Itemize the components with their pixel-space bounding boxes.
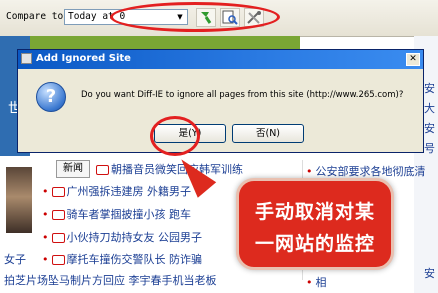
news-item[interactable]: 拍芝片场坠马制片方回应 李宇春手机当老板 <box>4 272 217 288</box>
news-item[interactable]: • 小伙持刀劫持女友 公园男子 <box>42 229 202 245</box>
yes-highlight-oval <box>150 116 200 156</box>
right-column-char[interactable]: 安 <box>424 265 435 281</box>
right-column-char[interactable]: 号 <box>424 140 435 156</box>
no-button[interactable]: 否(N) <box>232 124 304 143</box>
add-ignored-site-dialog: Add Ignored Site ✕ ? Do you want Diff-IE… <box>17 49 424 153</box>
video-icon <box>51 255 65 265</box>
callout-line: 一网站的监控 <box>254 233 375 255</box>
dialog-title: Add Ignored Site <box>36 53 131 64</box>
video-icon <box>51 210 65 220</box>
news-item[interactable]: • 广州强拆违建房 外籍男子 <box>42 183 191 199</box>
question-icon: ? <box>36 82 66 112</box>
toolbar-highlight-oval <box>110 2 280 32</box>
close-icon[interactable]: ✕ <box>406 53 420 66</box>
right-column-char[interactable]: 安 <box>424 80 435 96</box>
news-item[interactable]: • 摩托车撞伤交警队长 防诈骗 <box>42 251 202 267</box>
video-icon <box>96 165 109 175</box>
news-item-right[interactable]: • 相 <box>306 274 327 290</box>
callout-line: 手动取消对某 <box>254 201 375 223</box>
annotation-callout: 手动取消对某 一网站的监控 <box>236 178 394 270</box>
right-column-char[interactable]: 安 <box>424 120 435 136</box>
news-tab-button[interactable]: 新闻 <box>56 160 90 178</box>
news-photo[interactable] <box>6 167 32 233</box>
video-icon <box>51 233 65 243</box>
news-item[interactable]: 朝播音员微笑回应韩军训练 <box>96 161 243 177</box>
video-icon <box>51 187 65 197</box>
news-item-right[interactable]: • 公安部要求各地彻底清 <box>306 163 426 179</box>
app-icon <box>21 53 32 64</box>
dialog-message: Do you want Diff-IE to ignore all pages … <box>81 90 404 100</box>
news-word[interactable]: 女子 <box>4 251 26 267</box>
compare-label: Compare to <box>6 11 64 22</box>
news-item[interactable]: • 骑车者掌掴披撞小孩 跑车 <box>42 206 191 222</box>
right-column-char[interactable]: 大 <box>424 100 435 116</box>
dialog-title-bar[interactable]: Add Ignored Site ✕ <box>18 50 423 69</box>
